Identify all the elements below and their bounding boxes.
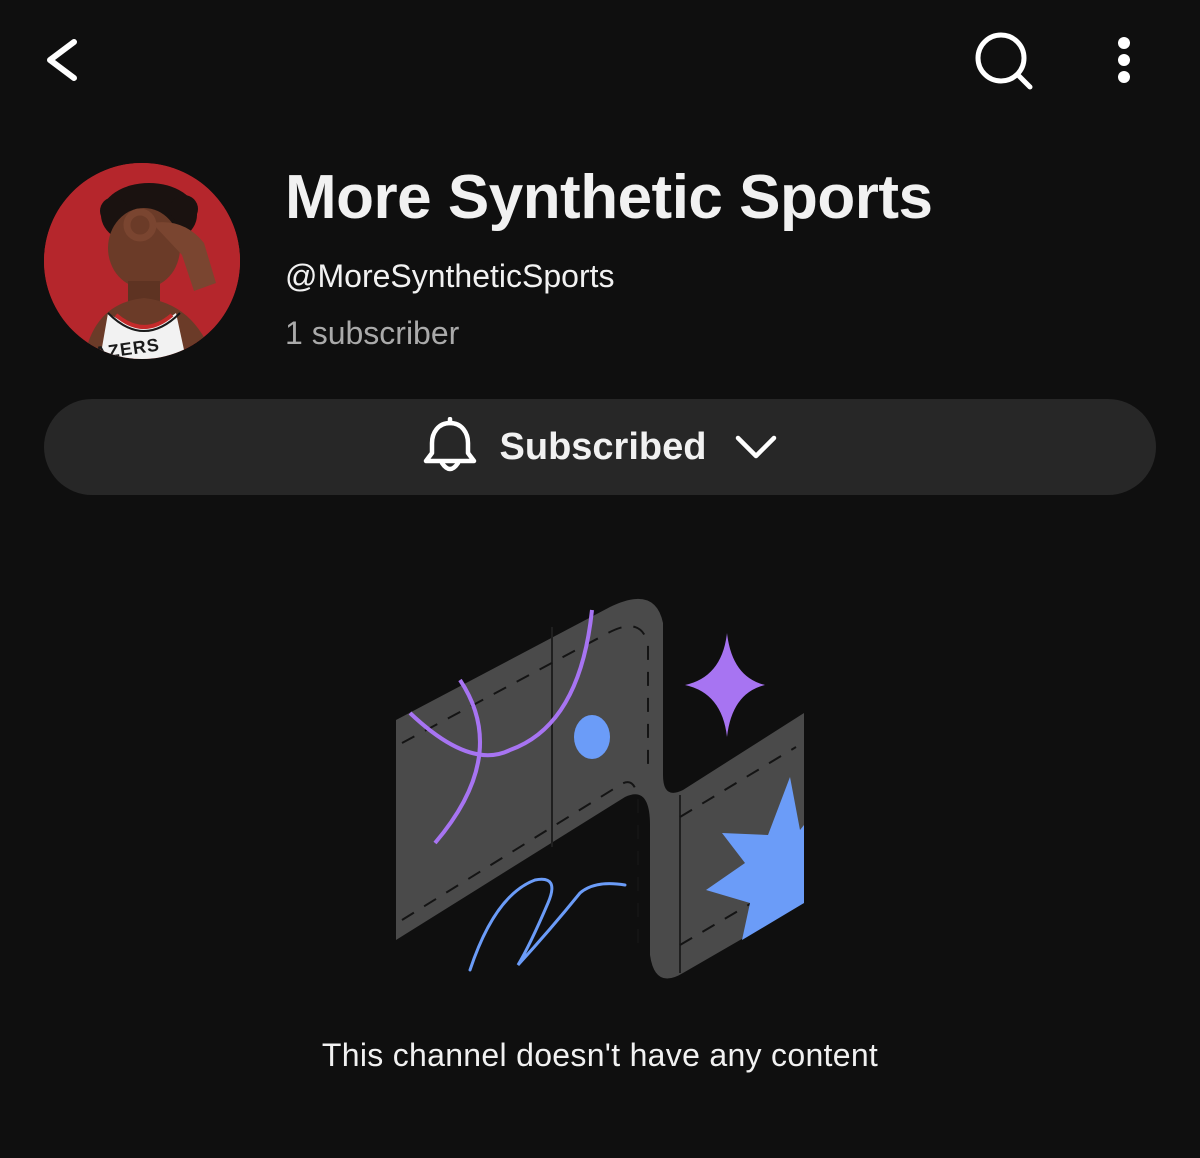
top-app-bar (0, 0, 1200, 120)
empty-state-message: This channel doesn't have any content (321, 1037, 879, 1073)
back-button[interactable] (36, 30, 92, 90)
subscribed-button-content: Subscribed (44, 399, 1156, 495)
avatar-image (44, 163, 240, 359)
bell-icon (422, 416, 478, 477)
purple-sparkle (685, 633, 765, 737)
empty-channel-illustration (396, 598, 804, 979)
subscribed-label: Subscribed (499, 426, 707, 468)
subscribed-button[interactable]: Subscribed (44, 399, 1156, 495)
more-options-button[interactable] (1100, 30, 1148, 90)
channel-avatar[interactable]: AZERS (44, 163, 240, 359)
subscriber-count: 1 subscriber (285, 315, 460, 351)
search-button[interactable] (968, 28, 1040, 94)
chevron-down-icon (734, 432, 778, 462)
channel-handle: @MoreSyntheticSports (285, 258, 615, 294)
illustration-ribbon (396, 598, 804, 979)
more-vertical-icon (1118, 37, 1130, 83)
channel-page: AZERS More Synthetic Sports @MoreSynthet… (0, 0, 1200, 1158)
chevron-left-icon (47, 39, 77, 81)
channel-title: More Synthetic Sports (285, 163, 933, 232)
search-icon (975, 32, 1033, 90)
